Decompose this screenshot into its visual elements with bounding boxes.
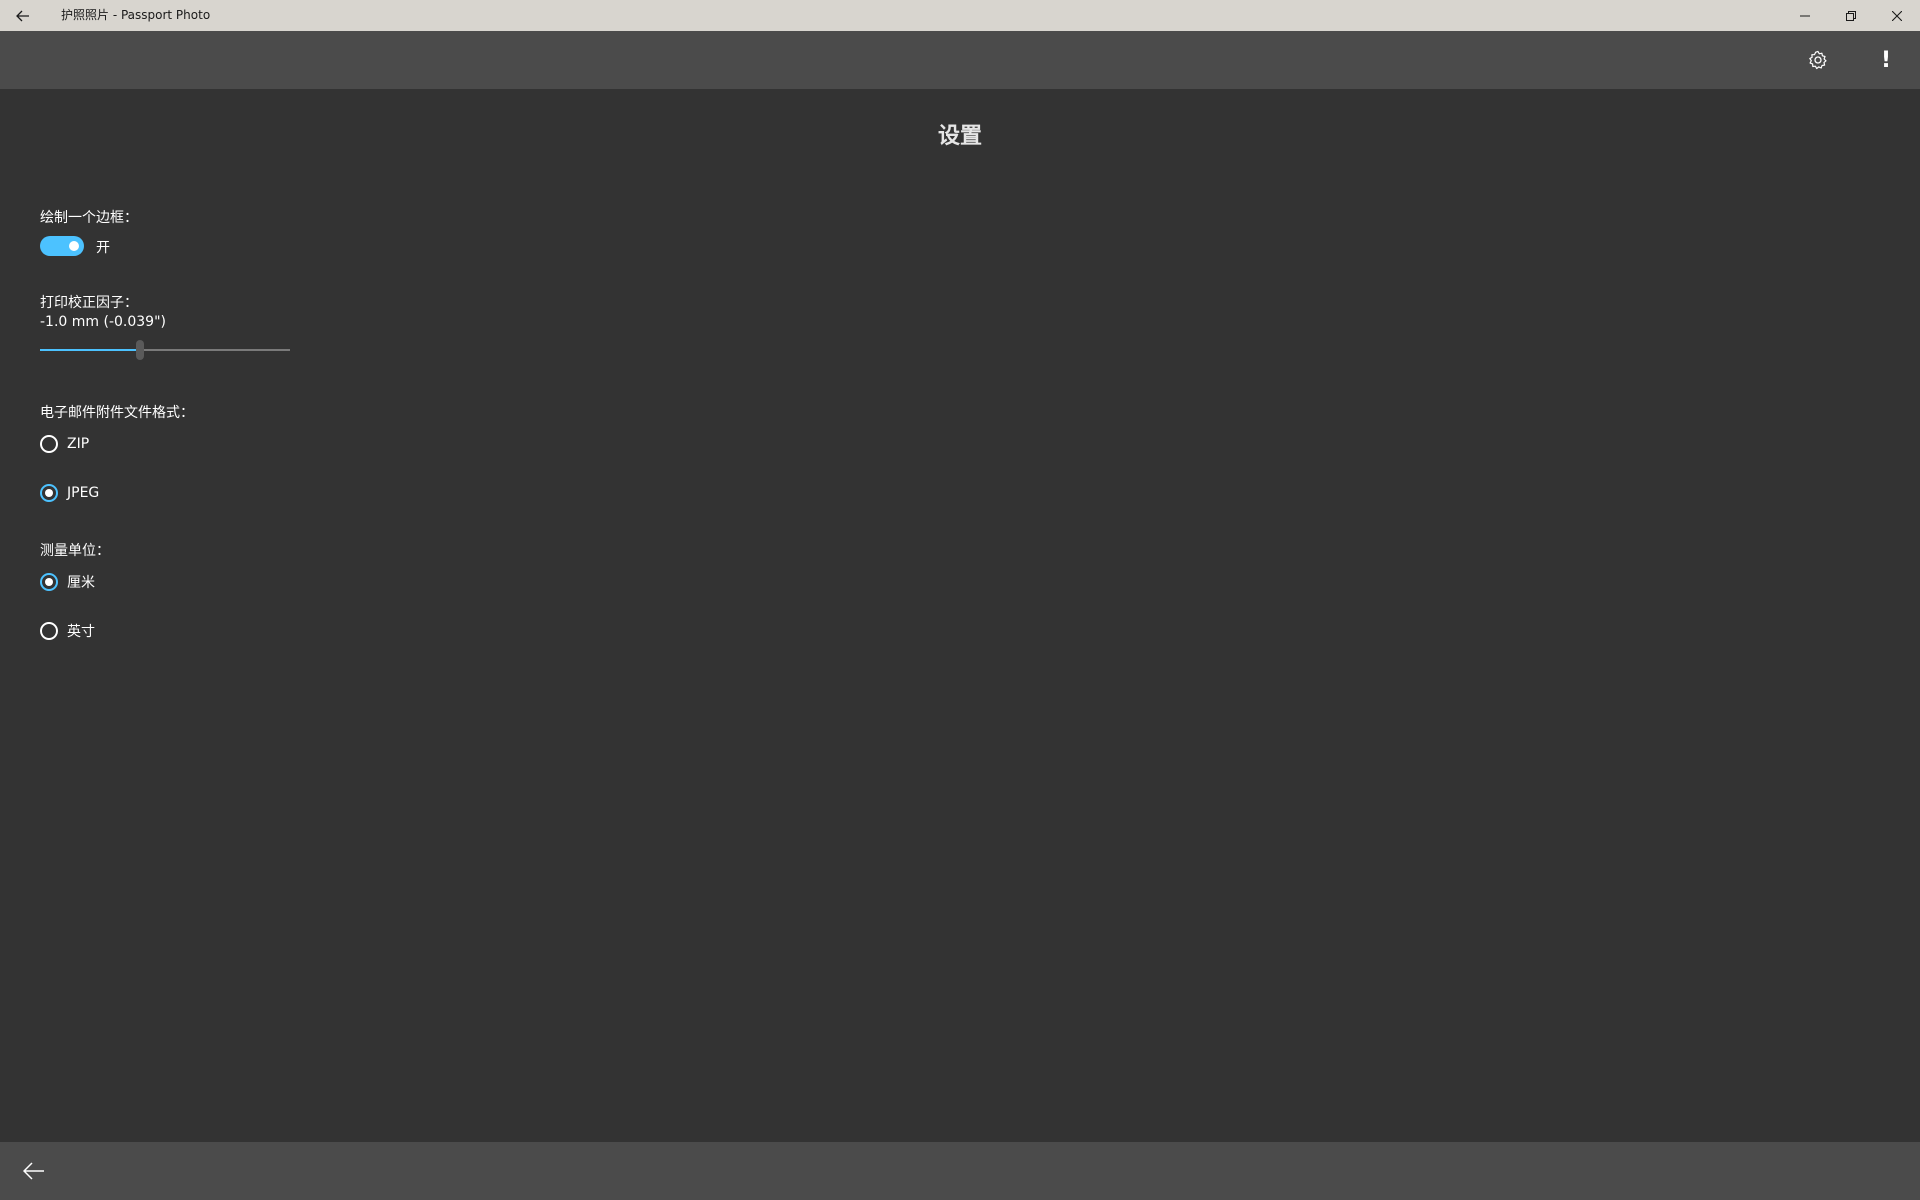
- toggle-knob: [69, 241, 79, 251]
- top-toolbar: !: [0, 31, 1920, 89]
- email-format-label: 电子邮件附件文件格式：: [40, 405, 194, 421]
- minimize-icon: [1800, 15, 1810, 16]
- window-controls: [1782, 0, 1920, 31]
- close-button[interactable]: [1874, 0, 1920, 31]
- title-bar: 护照照片 - Passport Photo: [0, 0, 1920, 31]
- radio-label: 厘米: [67, 575, 95, 591]
- restore-icon: [1846, 10, 1856, 21]
- gear-icon: [1809, 50, 1827, 70]
- border-setting-label: 绘制一个边框：: [40, 210, 138, 226]
- restore-button[interactable]: [1828, 0, 1874, 31]
- settings-button[interactable]: [1797, 31, 1839, 89]
- radio-zip[interactable]: ZIP: [40, 433, 89, 455]
- print-correction-slider[interactable]: [40, 340, 290, 360]
- page-title: 设置: [937, 124, 982, 149]
- radio-label: JPEG: [67, 485, 100, 501]
- title-back-button[interactable]: [0, 0, 46, 31]
- radio-button[interactable]: [40, 484, 58, 502]
- border-toggle[interactable]: [40, 236, 84, 256]
- radio-button[interactable]: [40, 435, 58, 453]
- radio-centimeter[interactable]: 厘米: [40, 571, 95, 593]
- slider-fill: [40, 349, 140, 351]
- minimize-button[interactable]: [1782, 0, 1828, 31]
- print-correction-value: -1.0 mm (-0.039"): [40, 314, 166, 330]
- back-arrow-icon: [16, 10, 29, 21]
- close-icon: [1892, 10, 1902, 21]
- print-correction-label: 打印校正因子：: [40, 295, 138, 311]
- bottom-back-button[interactable]: [14, 1142, 54, 1200]
- radio-button[interactable]: [40, 573, 58, 591]
- about-button[interactable]: !: [1866, 31, 1906, 89]
- radio-button[interactable]: [40, 622, 58, 640]
- radio-label: ZIP: [67, 436, 90, 452]
- slider-thumb[interactable]: [136, 340, 144, 360]
- window-title: 护照照片 - Passport Photo: [61, 8, 211, 22]
- border-toggle-state: 开: [96, 240, 110, 256]
- back-arrow-icon: [23, 1162, 44, 1180]
- bottom-app-bar: [0, 1142, 1920, 1200]
- radio-inch[interactable]: 英寸: [40, 620, 95, 642]
- radio-jpeg[interactable]: JPEG: [40, 482, 99, 504]
- units-label: 测量单位：: [40, 543, 110, 559]
- radio-label: 英寸: [67, 624, 95, 640]
